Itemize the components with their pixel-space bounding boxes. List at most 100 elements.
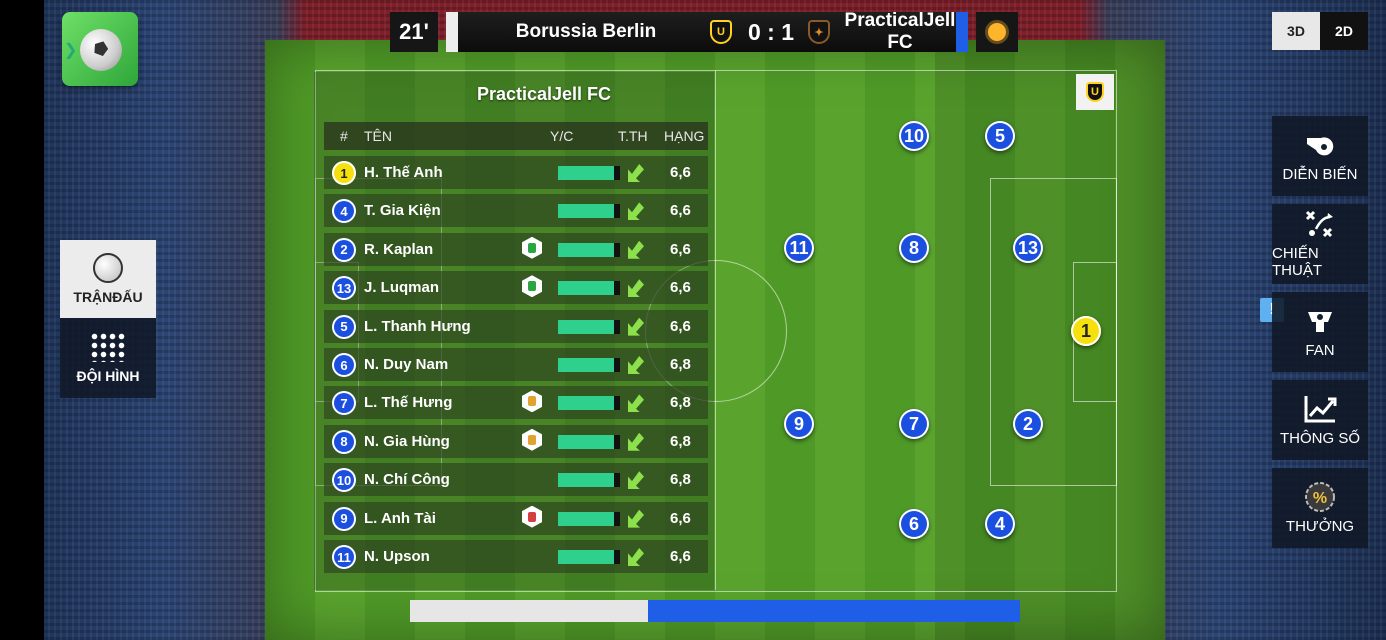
screen-edge — [0, 0, 44, 640]
lineup-header: # TÊN Y/C T.TH HẠNG — [324, 122, 708, 150]
pitch-player-marker[interactable]: 10 — [899, 121, 929, 151]
lineup-row[interactable]: 9 L. Anh Tài 6,6 — [324, 501, 708, 535]
lineup-row[interactable]: 1 H. Thế Anh 6,6 — [324, 156, 708, 189]
percent-icon: % — [1303, 481, 1337, 512]
game-logo-button[interactable]: ❯ — [62, 12, 138, 86]
lineup-row[interactable]: 6 N. Duy Nam 6,8 — [324, 348, 708, 381]
match-minute: 21' — [390, 12, 438, 52]
possession-away — [647, 600, 1020, 622]
menu-stats-label: THÔNG SỐ — [1279, 429, 1360, 447]
card-lock-icon — [522, 505, 542, 528]
home-team-name: Borussia Berlin — [515, 21, 657, 42]
home-crest-icon: U — [710, 20, 732, 44]
pitch-player-marker[interactable]: 4 — [985, 509, 1015, 539]
view-2d-button[interactable]: 2D — [1320, 12, 1368, 50]
stamina-bar — [558, 550, 620, 564]
player-rating: 6,6 — [670, 279, 691, 297]
player-number: 6 — [332, 353, 356, 377]
player-number: 9 — [332, 506, 356, 531]
weather-indicator — [976, 12, 1018, 52]
menu-events[interactable]: DIỄN BIẾN — [1272, 116, 1368, 196]
form-arrow-icon — [628, 509, 644, 528]
stamina-fill — [558, 358, 614, 372]
stamina-bar — [558, 166, 620, 180]
menu-tactics-label: CHIẾN THUẬT — [1272, 245, 1322, 279]
player-rating: 6,6 — [670, 202, 691, 220]
player-name: R. Kaplan — [364, 240, 434, 258]
form-arrow-icon — [628, 548, 644, 566]
player-number: 1 — [332, 161, 356, 185]
player-number: 10 — [332, 468, 356, 493]
form-arrow-icon — [628, 394, 644, 413]
away-color-strip — [956, 12, 968, 52]
menu-stats[interactable]: THÔNG SỐ — [1272, 380, 1368, 460]
fan-icon — [1303, 306, 1337, 336]
form-arrow-icon — [628, 317, 644, 336]
lineup-row[interactable]: 10 N. Chí Công 6,8 — [324, 463, 708, 497]
player-name: L. Thế Hưng — [364, 394, 453, 412]
pitch-player-marker[interactable]: 1 — [1071, 316, 1101, 346]
menu-rewards-label: THƯỞNG — [1285, 517, 1355, 535]
formation-icon — [90, 332, 126, 362]
stamina-fill — [558, 473, 614, 488]
form-arrow-icon — [628, 471, 644, 490]
pitch-player-marker[interactable]: 11 — [784, 233, 814, 263]
team-crest-icon: U — [1086, 82, 1104, 102]
stamina-bar — [558, 511, 620, 526]
player-name: L. Thanh Hưng — [364, 317, 471, 335]
stats-chart-icon — [1303, 394, 1337, 424]
pitch-player-marker[interactable]: 5 — [985, 121, 1015, 151]
view-3d-button[interactable]: 3D — [1272, 12, 1320, 50]
pitch-player-marker[interactable]: 7 — [899, 409, 929, 439]
lineup-row[interactable]: 13 J. Luqman 6,6 — [324, 271, 708, 305]
stamina-fill — [558, 511, 614, 526]
stamina-bar — [558, 204, 620, 219]
lineup-row[interactable]: 5 L. Thanh Hưng 6,6 — [324, 309, 708, 343]
player-rating: 6,6 — [670, 164, 691, 181]
whistle-icon — [1303, 130, 1337, 160]
tab-formation-label: ĐỘI HÌNH — [76, 368, 140, 384]
stamina-bar — [558, 396, 620, 411]
pitch-player-marker[interactable]: 6 — [899, 509, 929, 539]
tactics-icon — [1303, 209, 1337, 239]
player-number: 11 — [332, 545, 356, 569]
home-color-strip — [446, 12, 458, 52]
lineup-row[interactable]: 7 L. Thế Hưng 6,8 — [324, 386, 708, 420]
header-number: # — [340, 128, 348, 144]
form-arrow-icon — [628, 202, 644, 221]
form-arrow-icon — [628, 432, 644, 451]
menu-rewards[interactable]: % THƯỞNG — [1272, 468, 1368, 548]
lineup-panel: PracticalJell FC # TÊN Y/C T.TH HẠNG 1 H.… — [314, 72, 714, 590]
lineup-row[interactable]: 11 N. Upson 6,6 — [324, 540, 708, 573]
soccer-ball-icon — [80, 29, 122, 71]
tab-match-label: TRẬNĐẤU — [73, 289, 143, 305]
player-rating: 6,8 — [670, 356, 691, 373]
pitch-player-marker[interactable]: 13 — [1013, 233, 1043, 263]
player-name: N. Chí Công — [364, 471, 450, 489]
stamina-bar — [558, 434, 620, 449]
possession-bar — [410, 600, 1020, 622]
view-toggle: 3D 2D — [1272, 12, 1368, 50]
player-name: J. Luqman — [364, 279, 440, 297]
form-arrow-icon — [628, 279, 644, 298]
form-arrow-icon — [628, 356, 644, 374]
menu-tactics[interactable]: CHIẾN THUẬT — [1272, 204, 1368, 284]
stamina-bar — [558, 281, 620, 296]
player-rating: 6,8 — [670, 432, 691, 450]
pitch-player-marker[interactable]: 8 — [899, 233, 929, 263]
pitch-player-marker[interactable]: 2 — [1013, 409, 1043, 439]
lineup-row[interactable]: 2 R. Kaplan 6,6 — [324, 232, 708, 266]
menu-fan[interactable]: FAN — [1272, 292, 1368, 372]
menu-fan-label: FAN — [1305, 341, 1335, 359]
form-arrow-icon — [628, 240, 644, 259]
tab-formation[interactable]: ĐỘI HÌNH — [60, 318, 156, 398]
menu-events-label: DIỄN BIẾN — [1282, 165, 1358, 183]
stamina-bar — [558, 473, 620, 488]
pitch-player-marker[interactable]: 9 — [784, 409, 814, 439]
lineup-row[interactable]: 4 T. Gia Kiện 6,6 — [324, 194, 708, 228]
sun-icon — [988, 23, 1006, 41]
tab-match[interactable]: TRẬNĐẤU — [60, 240, 156, 318]
lineup-row[interactable]: 8 N. Gia Hùng 6,8 — [324, 424, 708, 458]
player-rating: 6,6 — [670, 240, 691, 258]
player-name: H. Thế Anh — [364, 164, 443, 181]
